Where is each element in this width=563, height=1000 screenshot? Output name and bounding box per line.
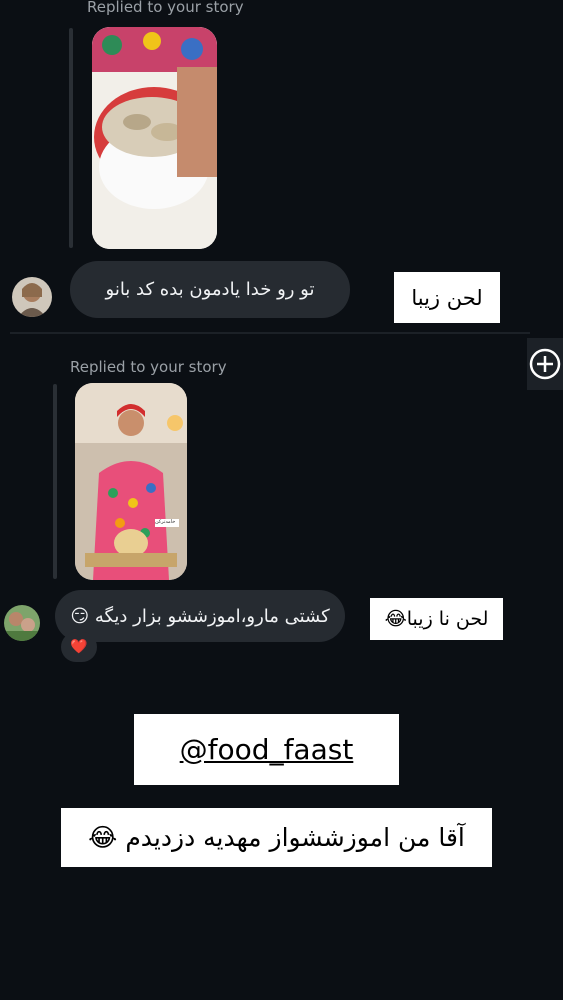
reply-thread-line: [69, 28, 73, 248]
caption-text: آقا من اموزششواز مهدیه دزدیدم 😂: [88, 823, 465, 852]
sender-avatar[interactable]: [12, 277, 52, 317]
story-preview[interactable]: [92, 27, 217, 249]
story-image-person: [75, 383, 187, 580]
story-image-bowl: [92, 27, 217, 249]
story-caption: خامه‌ترکن: [155, 519, 176, 525]
message-bubble[interactable]: کشتی مارو،اموزششو بزار دیگه 😏: [55, 590, 345, 642]
reaction-badge[interactable]: ❤️: [61, 632, 97, 662]
handle-text: @food_faast: [179, 733, 354, 766]
story-preview[interactable]: خامه‌ترکن: [75, 383, 187, 580]
avatar-image: [4, 605, 40, 641]
overlay-label-box: لحن زیبا: [394, 272, 500, 323]
heart-icon: ❤️: [70, 639, 88, 655]
overlay-label-text: لحن نا زیبا😂: [384, 608, 489, 630]
add-button[interactable]: [527, 338, 563, 390]
caption-box: آقا من اموزششواز مهدیه دزدیدم 😂: [61, 808, 492, 867]
message-text: کشتی مارو،اموزششو بزار دیگه 😏: [70, 605, 330, 627]
overlay-label-box: لحن نا زیبا😂: [370, 598, 503, 640]
reply-thread-line: [53, 384, 57, 579]
replied-to-story-label: Replied to your story: [87, 0, 244, 16]
overlay-label-text: لحن زیبا: [411, 285, 483, 310]
handle-box: @food_faast: [134, 714, 399, 785]
message-bubble[interactable]: تو رو خدا یادمون بده کد بانو: [70, 261, 350, 318]
message-text: تو رو خدا یادمون بده کد بانو: [105, 279, 315, 300]
add-circle-icon: [529, 348, 561, 380]
replied-to-story-label: Replied to your story: [70, 358, 227, 376]
sender-avatar[interactable]: [4, 605, 40, 641]
screenshot-divider: [10, 332, 530, 334]
avatar-image: [12, 277, 52, 317]
